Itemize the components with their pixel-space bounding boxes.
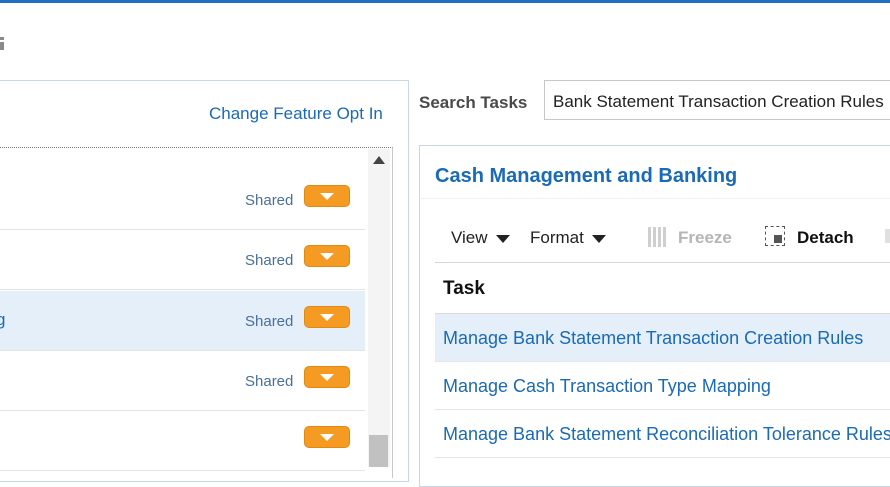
detach-button[interactable]: Detach (797, 228, 854, 248)
view-menu[interactable]: View (451, 228, 510, 248)
toolbar-overflow-icon[interactable] (885, 229, 890, 243)
detach-icon (765, 226, 785, 246)
caret-down-icon (591, 234, 606, 243)
search-tasks-label: Search Tasks (419, 93, 528, 112)
chevron-down-icon[interactable] (304, 366, 350, 388)
list-item[interactable] (0, 411, 365, 471)
freeze-button[interactable]: Freeze (678, 228, 732, 248)
chevron-down-icon[interactable] (304, 306, 350, 328)
view-menu-label: View (451, 228, 488, 247)
table-row[interactable]: Manage Bank Statement Reconciliation Tol… (435, 410, 890, 458)
list-item[interactable]: Shared (0, 230, 365, 290)
list-item-selected[interactable]: g Shared (0, 291, 365, 351)
task-link[interactable]: Manage Bank Statement Transaction Creati… (443, 328, 863, 349)
task-column-header[interactable]: Task (443, 278, 485, 300)
shared-badge: Shared (245, 192, 294, 209)
chevron-down-icon[interactable] (304, 245, 350, 267)
table-top-border (435, 262, 890, 263)
shared-badge: Shared (245, 252, 294, 269)
freeze-columns-icon (648, 227, 668, 247)
format-menu-label: Format (530, 228, 584, 247)
list-item-label: g (0, 310, 6, 329)
chevron-down-icon[interactable] (304, 426, 350, 448)
shared-badge: Shared (245, 373, 294, 390)
scroll-up-icon[interactable] (373, 156, 385, 164)
task-link[interactable]: Manage Cash Transaction Type Mapping (443, 376, 771, 397)
panel-title: Cash Management and Banking (435, 165, 738, 187)
list-item[interactable]: Shared (0, 351, 365, 411)
task-link[interactable]: Manage Bank Statement Reconciliation Tol… (443, 424, 890, 445)
top-accent-bar (0, 0, 890, 3)
format-menu[interactable]: Format (530, 228, 606, 248)
features-list: Shared Shared g Shared Shared (0, 147, 393, 478)
change-feature-opt-in-link[interactable]: Change Feature Opt In (209, 104, 383, 124)
caret-down-icon (495, 234, 510, 243)
table-row[interactable]: Manage Bank Statement Transaction Creati… (435, 314, 890, 362)
list-item[interactable]: Shared (0, 170, 365, 230)
page-icon[interactable] (0, 37, 6, 51)
scrollbar-thumb[interactable] (369, 435, 388, 467)
list-scrollbar[interactable] (368, 149, 390, 467)
table-row[interactable]: Manage Cash Transaction Type Mapping (435, 362, 890, 410)
shared-badge: Shared (245, 313, 294, 330)
divider (421, 198, 890, 199)
search-tasks-input[interactable]: Bank Statement Transaction Creation Rule… (544, 80, 890, 120)
chevron-down-icon[interactable] (304, 185, 350, 207)
